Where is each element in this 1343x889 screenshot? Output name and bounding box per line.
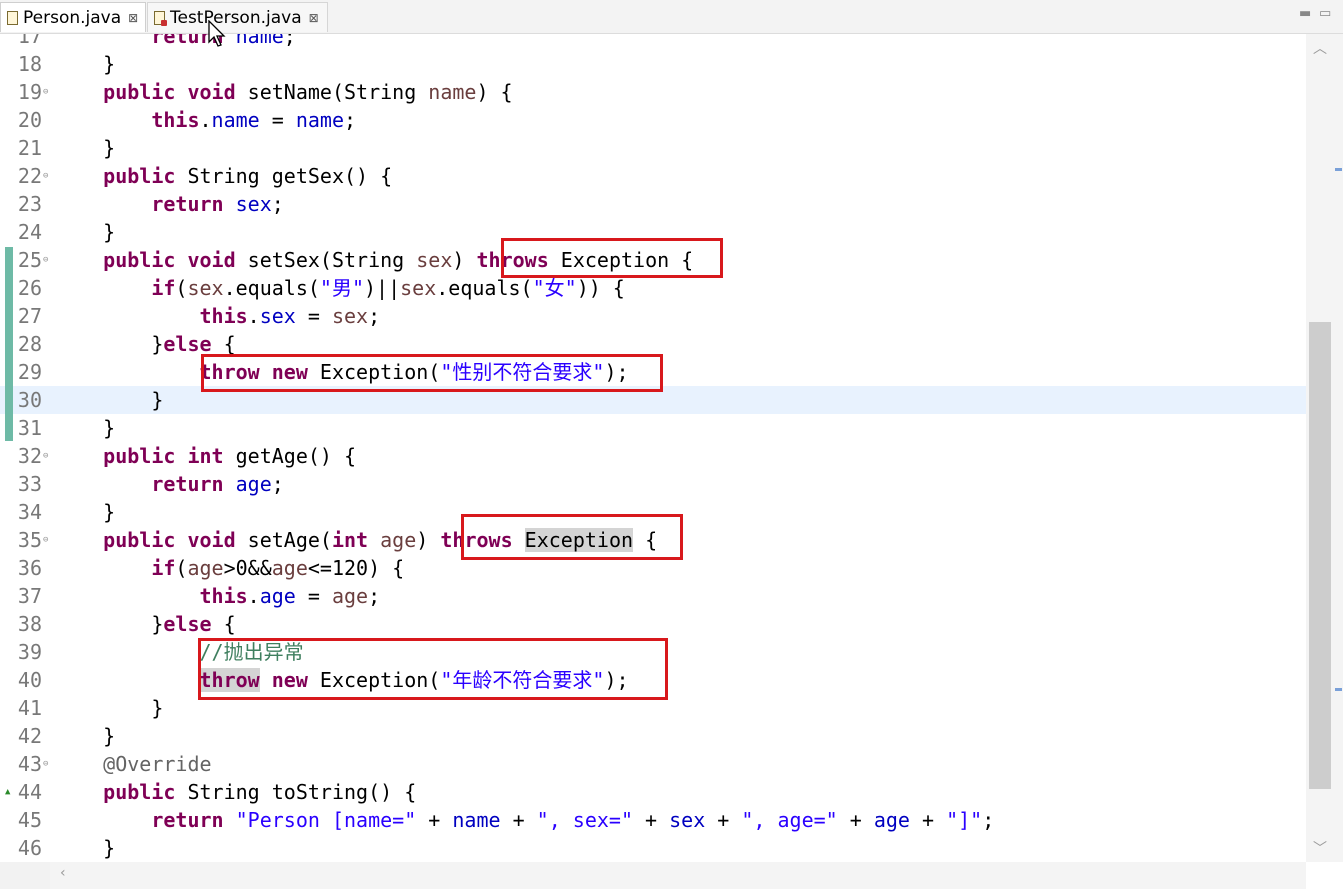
- line-number: 20: [17, 108, 42, 132]
- code-line[interactable]: 31 }: [0, 414, 1306, 442]
- line-number: 41: [17, 696, 42, 720]
- line-number: 23: [17, 192, 42, 216]
- line-number: 46: [17, 836, 42, 860]
- code-line[interactable]: 38 }else {: [0, 610, 1306, 638]
- line-number: 38: [17, 612, 42, 636]
- code-text: }: [55, 836, 116, 860]
- minimize-icon[interactable]: ▬: [1299, 6, 1311, 21]
- code-line[interactable]: 44 public String toString() {: [0, 778, 1306, 806]
- close-tab-icon[interactable]: ⊠: [128, 11, 138, 25]
- editor-tab-bar: Person.java ⊠ TestPerson.java ⊠ ▬ ▭: [0, 0, 1343, 34]
- code-line[interactable]: 20 this.name = name;: [0, 106, 1306, 134]
- code-text: @Override: [55, 752, 212, 776]
- code-line[interactable]: 23 return sex;: [0, 190, 1306, 218]
- code-text: return age;: [151, 472, 284, 496]
- code-text: }: [55, 220, 116, 244]
- code-text: if(sex.equals("男")||sex.equals("女")) {: [151, 276, 625, 300]
- line-number: 24: [17, 220, 42, 244]
- scroll-up-icon[interactable]: ︿: [1313, 38, 1327, 58]
- code-line[interactable]: 17 return name;: [0, 34, 1306, 50]
- code-line[interactable]: 42 }: [0, 722, 1306, 750]
- code-line[interactable]: 19 ⊖ public void setName(String name) {: [0, 78, 1306, 106]
- line-number: 43: [17, 752, 42, 776]
- tab-testperson-java[interactable]: TestPerson.java ⊠: [147, 2, 328, 32]
- tab-label: TestPerson.java: [170, 7, 302, 28]
- annotation-box-throw-sex: [201, 354, 663, 392]
- java-file-icon: [7, 10, 18, 25]
- code-text: this.name = name;: [151, 108, 357, 132]
- line-number: 45: [17, 808, 42, 832]
- line-number: 17: [17, 34, 42, 48]
- code-text: }: [55, 696, 164, 720]
- line-number: 32: [17, 444, 42, 468]
- scroll-corner: [0, 862, 50, 889]
- close-tab-icon[interactable]: ⊠: [309, 11, 319, 25]
- mouse-pointer-icon: [208, 20, 226, 47]
- code-text: this.sex = sex;: [199, 304, 381, 328]
- line-number: 19: [17, 80, 42, 104]
- code-text: public int getAge() {: [103, 444, 357, 468]
- code-line[interactable]: 46 }: [0, 834, 1306, 862]
- code-line[interactable]: 27 this.sex = sex;: [0, 302, 1306, 330]
- overview-ruler-mark: [1335, 688, 1342, 691]
- scrollbar-thumb[interactable]: [1309, 322, 1331, 789]
- code-text: }: [55, 724, 116, 748]
- overview-ruler-mark: [1335, 168, 1342, 171]
- change-ruler-marker: [5, 247, 13, 441]
- horizontal-scrollbar[interactable]: ‹: [50, 862, 1306, 889]
- fold-toggle-icon[interactable]: ⊖: [43, 759, 48, 769]
- code-editor[interactable]: 17 return name; 18 } 19 ⊖ public void setNa…: [0, 34, 1306, 862]
- code-line[interactable]: 22 ⊖ public String getSex() {: [0, 162, 1306, 190]
- code-text: }: [55, 52, 116, 76]
- code-text: return "Person [name=" + name + ", sex="…: [151, 808, 995, 832]
- code-text: public String toString() {: [103, 780, 417, 804]
- code-line[interactable]: 33 return age;: [0, 470, 1306, 498]
- scroll-left-icon[interactable]: ‹: [60, 865, 66, 881]
- line-number: 18: [17, 52, 42, 76]
- code-text: if(age>0&&age<=120) {: [151, 556, 405, 580]
- line-number: 42: [17, 724, 42, 748]
- annotation-box-throw-age: [198, 638, 668, 700]
- line-number: 39: [17, 640, 42, 664]
- code-text: }: [55, 136, 116, 160]
- annotation-box-throws-setage: [461, 514, 683, 560]
- code-text: public void setName(String name) {: [103, 80, 513, 104]
- maximize-icon[interactable]: ▭: [1319, 6, 1331, 21]
- fold-toggle-icon[interactable]: ⊖: [43, 87, 48, 97]
- code-line[interactable]: 37 this.age = age;: [0, 582, 1306, 610]
- line-number: 36: [17, 556, 42, 580]
- code-text: }: [55, 500, 116, 524]
- annotation-box-throws-setsex: [501, 238, 723, 278]
- code-text: }: [55, 416, 116, 440]
- line-number: 40: [17, 668, 42, 692]
- code-line[interactable]: 18 }: [0, 50, 1306, 78]
- fold-toggle-icon[interactable]: ⊖: [43, 255, 48, 265]
- fold-toggle-icon[interactable]: ⊖: [43, 171, 48, 181]
- line-number: 37: [17, 584, 42, 608]
- override-marker-icon: ▲: [5, 787, 11, 797]
- tab-person-java[interactable]: Person.java ⊠: [0, 2, 146, 32]
- fold-toggle-icon[interactable]: ⊖: [43, 451, 48, 461]
- code-text: return name;: [151, 34, 296, 48]
- tab-label: Person.java: [23, 7, 122, 28]
- code-text: public String getSex() {: [103, 164, 393, 188]
- line-number: 21: [17, 136, 42, 160]
- code-line[interactable]: 43 ⊖ @Override: [0, 750, 1306, 778]
- code-text: this.age = age;: [199, 584, 381, 608]
- code-text: return sex;: [151, 192, 284, 216]
- code-text: }: [55, 388, 164, 412]
- java-file-error-icon: [154, 10, 167, 26]
- fold-toggle-icon[interactable]: ⊖: [43, 535, 48, 545]
- code-text: }else {: [55, 612, 236, 636]
- code-line[interactable]: 21 }: [0, 134, 1306, 162]
- line-number: 34: [17, 500, 42, 524]
- code-line[interactable]: 26 if(sex.equals("男")||sex.equals("女")) …: [0, 274, 1306, 302]
- code-line[interactable]: 45 return "Person [name=" + name + ", se…: [0, 806, 1306, 834]
- line-number: 33: [17, 472, 42, 496]
- code-line[interactable]: 32 ⊖ public int getAge() {: [0, 442, 1306, 470]
- scroll-down-icon[interactable]: ﹀: [1313, 838, 1327, 858]
- line-number: 22: [17, 164, 42, 188]
- line-number: 35: [17, 528, 42, 552]
